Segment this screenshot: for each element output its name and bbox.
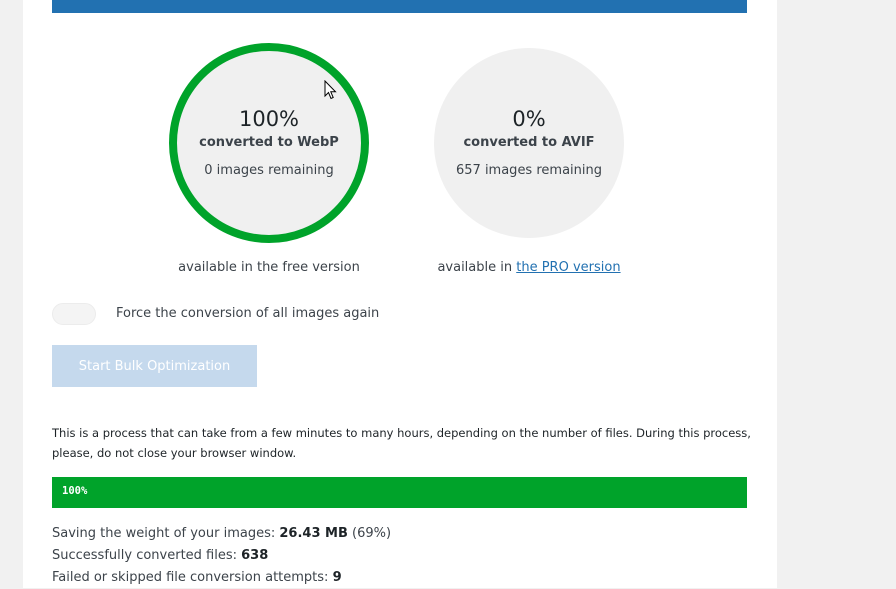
pro-version-link[interactable]: the PRO version [516,260,620,275]
start-bulk-optimization-button[interactable]: Start Bulk Optimization [52,345,257,387]
saving-label: Saving the weight of your images: [52,526,280,541]
avif-caption-prefix: available in [437,260,517,275]
converted-stat: Successfully converted files: 638 [52,545,391,567]
top-accent-bar [52,0,747,13]
progress-text: 100% [62,485,88,497]
saving-percent: (69%) [347,526,392,541]
webp-converted-label: converted to WebP [199,135,339,150]
failed-stat: Failed or skipped file conversion attemp… [52,567,391,589]
avif-percent: 0% [512,107,546,131]
avif-converted-label: converted to AVIF [463,135,595,150]
webp-percent: 100% [238,107,300,131]
force-conversion-label: Force the conversion of all images again [116,306,380,321]
failed-value: 9 [332,570,342,585]
failed-label: Failed or skipped file conversion attemp… [52,570,333,585]
avif-availability-caption: available in the PRO version [399,259,659,277]
process-notice: This is a process that can take from a f… [52,426,751,460]
converted-value: 638 [241,548,269,563]
arrow-cursor-icon [324,80,337,100]
admin-right-margin [777,0,896,588]
avif-progress-circle: 0% converted to AVIF 657 images remainin… [434,48,624,238]
settings-panel: 100% converted to WebP 0 images remainin… [23,0,777,588]
saving-value: 26.43 MB [279,526,348,541]
webp-availability-caption: available in the free version [178,260,360,275]
saving-stat: Saving the weight of your images: 26.43 … [52,523,391,545]
webp-remaining: 0 images remaining [204,163,334,178]
converted-label: Successfully converted files: [52,548,242,563]
progress-bar: 100% [52,477,747,508]
webp-progress-circle: 100% converted to WebP 0 images remainin… [169,43,369,243]
conversion-stats: Saving the weight of your images: 26.43 … [52,523,391,589]
avif-remaining: 657 images remaining [456,163,602,178]
admin-left-margin [0,0,23,588]
force-conversion-toggle[interactable] [52,303,96,325]
